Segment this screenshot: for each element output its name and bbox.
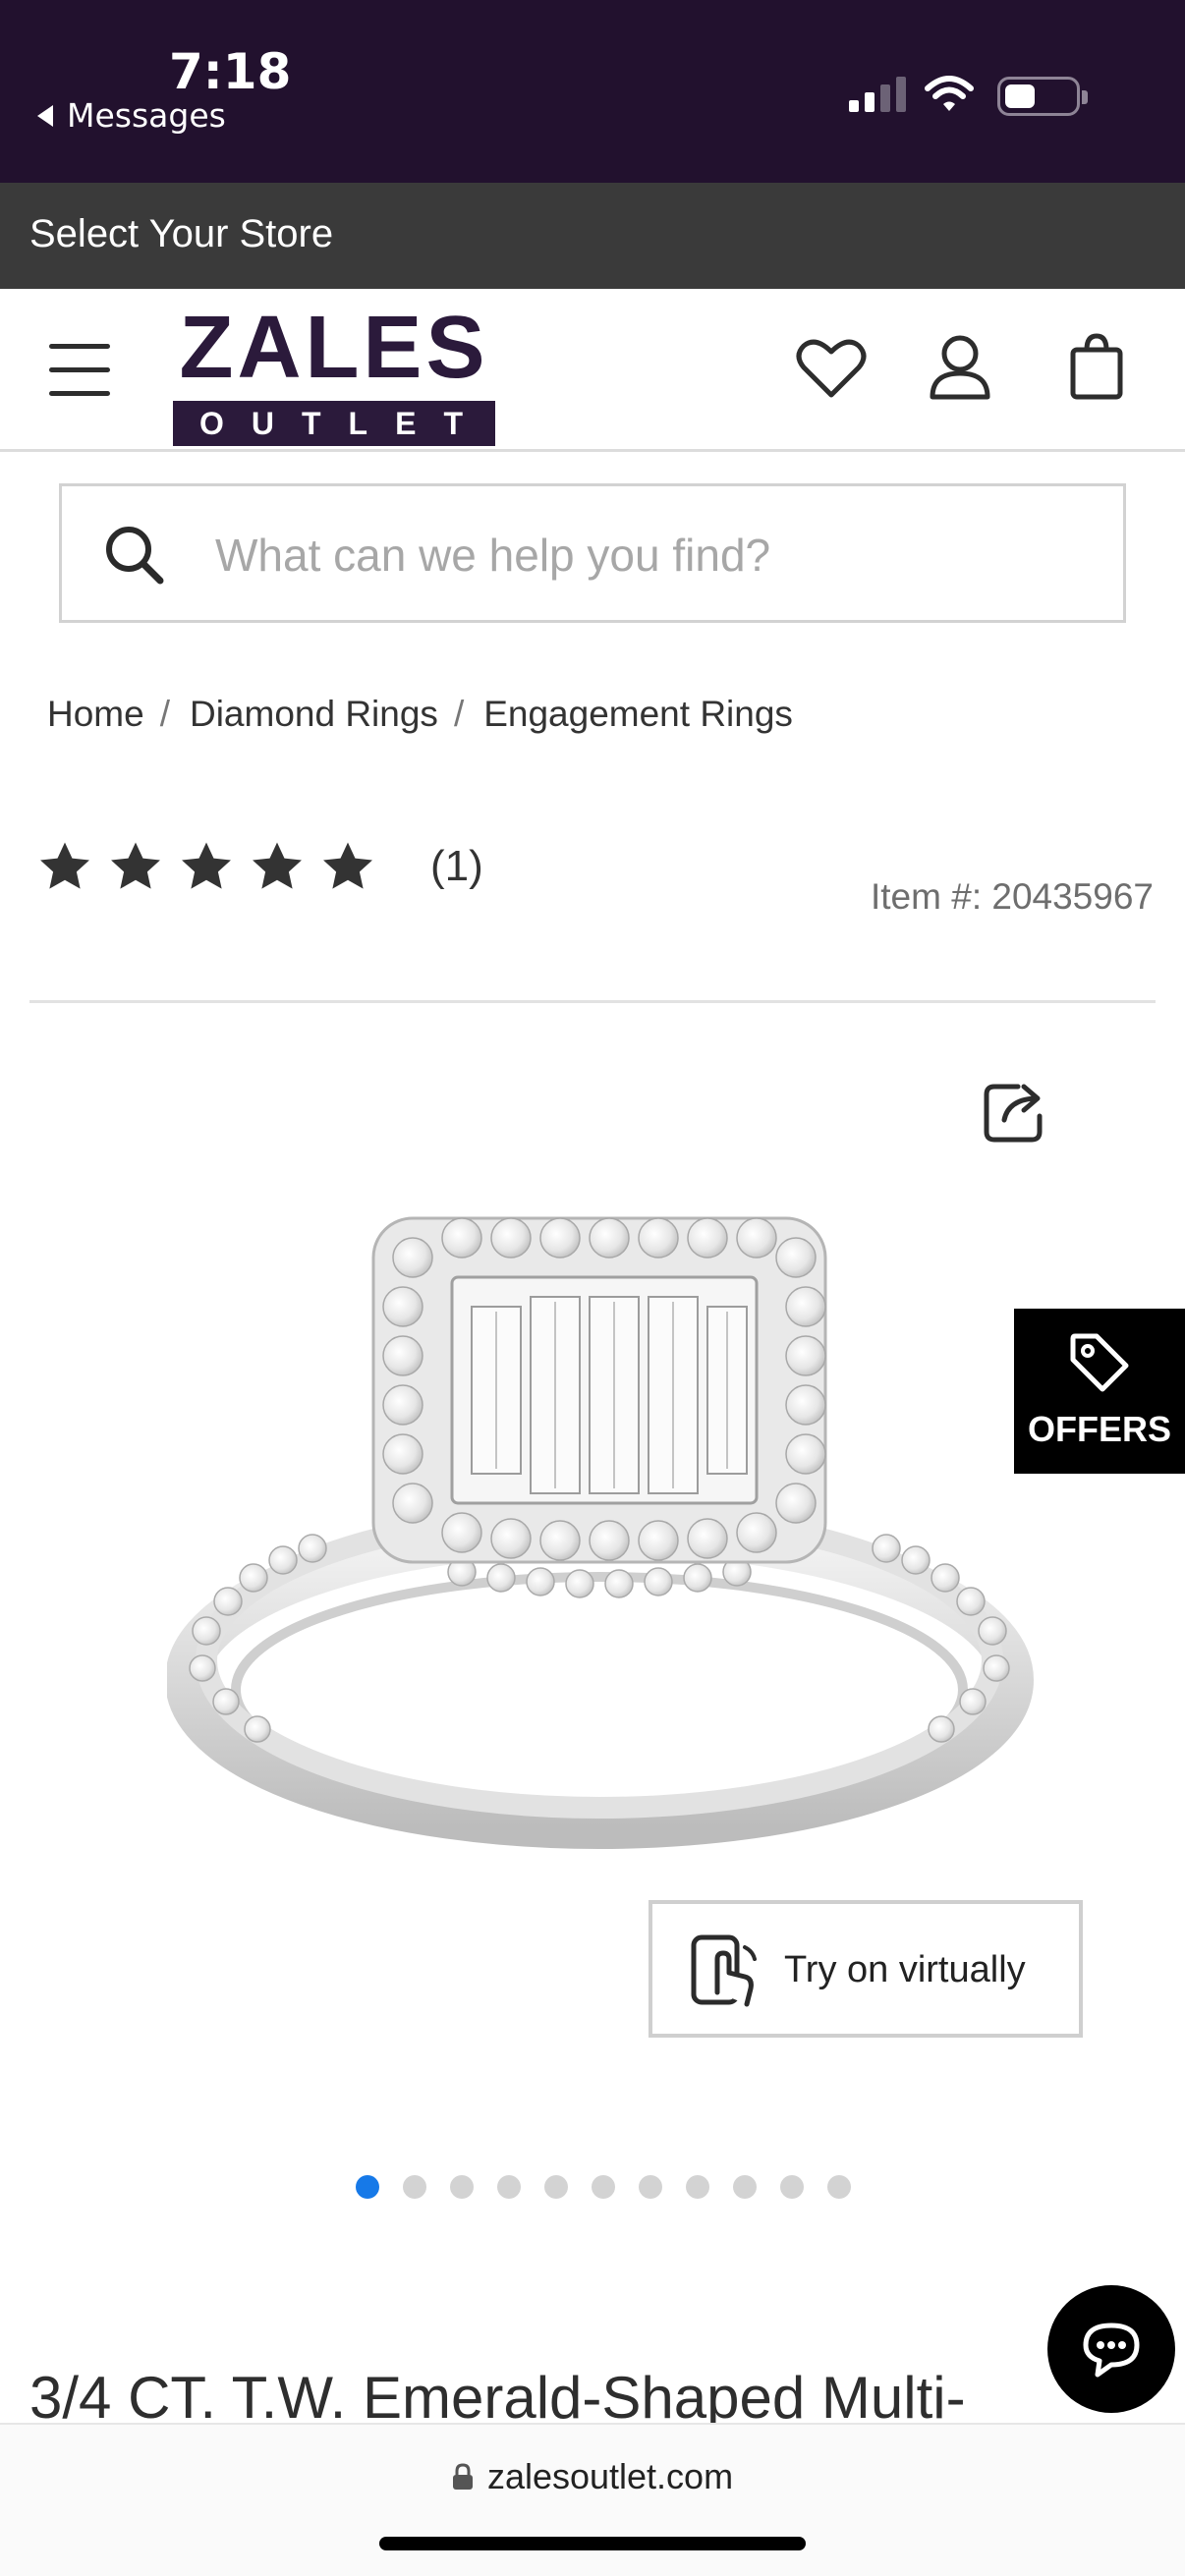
- bag-icon[interactable]: [1069, 332, 1124, 401]
- url-text: zalesoutlet.com: [486, 2456, 734, 2496]
- carousel-dot[interactable]: [592, 2175, 615, 2199]
- logo-wordmark: ZALES: [179, 299, 489, 397]
- carousel-dot[interactable]: [450, 2175, 474, 2199]
- tag-icon: [1070, 1333, 1129, 1392]
- hand-ar-icon: [691, 1934, 757, 2007]
- select-store-bar[interactable]: Select Your Store: [0, 183, 1185, 289]
- offers-tab[interactable]: OFFERS: [1014, 1309, 1185, 1474]
- account-icon[interactable]: [928, 334, 992, 401]
- breadcrumb-engagement-rings[interactable]: Engagement Rings: [483, 694, 793, 735]
- review-count[interactable]: (1): [430, 842, 483, 891]
- divider: [29, 1000, 1156, 1003]
- carousel-dot[interactable]: [403, 2175, 426, 2199]
- carousel-dot[interactable]: [733, 2175, 757, 2199]
- breadcrumb: Home / Diamond Rings / Engagement Rings: [47, 694, 793, 735]
- carousel-dot[interactable]: [780, 2175, 804, 2199]
- search-box[interactable]: [59, 483, 1126, 623]
- breadcrumb-separator: /: [159, 694, 170, 734]
- star-icon: [182, 842, 231, 889]
- product-rating[interactable]: (1): [37, 839, 483, 894]
- logo-outlet-banner: OUTLET: [173, 401, 495, 446]
- heart-icon[interactable]: [796, 338, 867, 401]
- search-icon: [106, 527, 164, 585]
- try-on-virtually-button[interactable]: Try on virtually: [649, 1900, 1083, 2038]
- breadcrumb-diamond-rings[interactable]: Diamond Rings: [190, 694, 438, 735]
- carousel-dots: [356, 2175, 851, 2199]
- back-label: Messages: [67, 96, 226, 135]
- star-icon: [253, 842, 302, 889]
- menu-icon[interactable]: [49, 344, 110, 397]
- star-icon: [40, 842, 89, 889]
- star-icon: [323, 842, 372, 889]
- clock: 7:18: [169, 43, 292, 100]
- carousel-dot[interactable]: [639, 2175, 662, 2199]
- carousel-dot[interactable]: [497, 2175, 521, 2199]
- home-indicator[interactable]: [379, 2537, 806, 2550]
- battery-icon: [997, 77, 1088, 116]
- try-on-label: Try on virtually: [784, 1949, 1026, 1990]
- share-icon[interactable]: [979, 1077, 1049, 1148]
- status-bar: 7:18 Messages: [0, 0, 1185, 183]
- carousel-dot[interactable]: [827, 2175, 851, 2199]
- chat-bubble-icon: [1083, 2323, 1140, 2378]
- search-input[interactable]: [215, 516, 1080, 594]
- carousel-dot[interactable]: [686, 2175, 709, 2199]
- back-arrow-icon: [37, 104, 53, 127]
- breadcrumb-separator: /: [453, 694, 465, 734]
- chat-button[interactable]: [1047, 2285, 1175, 2413]
- zales-outlet-logo[interactable]: ZALES OUTLET: [173, 299, 495, 446]
- site-header: ZALES OUTLET: [0, 289, 1185, 452]
- lock-icon: [452, 2463, 473, 2490]
- carousel-dot-active[interactable]: [356, 2175, 379, 2199]
- offers-label: OFFERS: [1027, 1409, 1171, 1449]
- product-image-ring[interactable]: [167, 1199, 1042, 1867]
- select-store-label: Select Your Store: [29, 212, 334, 255]
- carousel-dot[interactable]: [544, 2175, 568, 2199]
- wifi-icon: [925, 76, 974, 111]
- breadcrumb-home[interactable]: Home: [47, 694, 144, 735]
- item-number: Item #: 20435967: [871, 876, 1154, 917]
- cellular-signal-icon: [849, 77, 906, 112]
- back-to-messages[interactable]: Messages: [37, 96, 226, 135]
- browser-url-bar[interactable]: zalesoutlet.com: [0, 2423, 1185, 2576]
- product-title: 3/4 CT. T.W. Emerald-Shaped Multi-: [29, 2365, 966, 2425]
- star-icon: [111, 842, 160, 889]
